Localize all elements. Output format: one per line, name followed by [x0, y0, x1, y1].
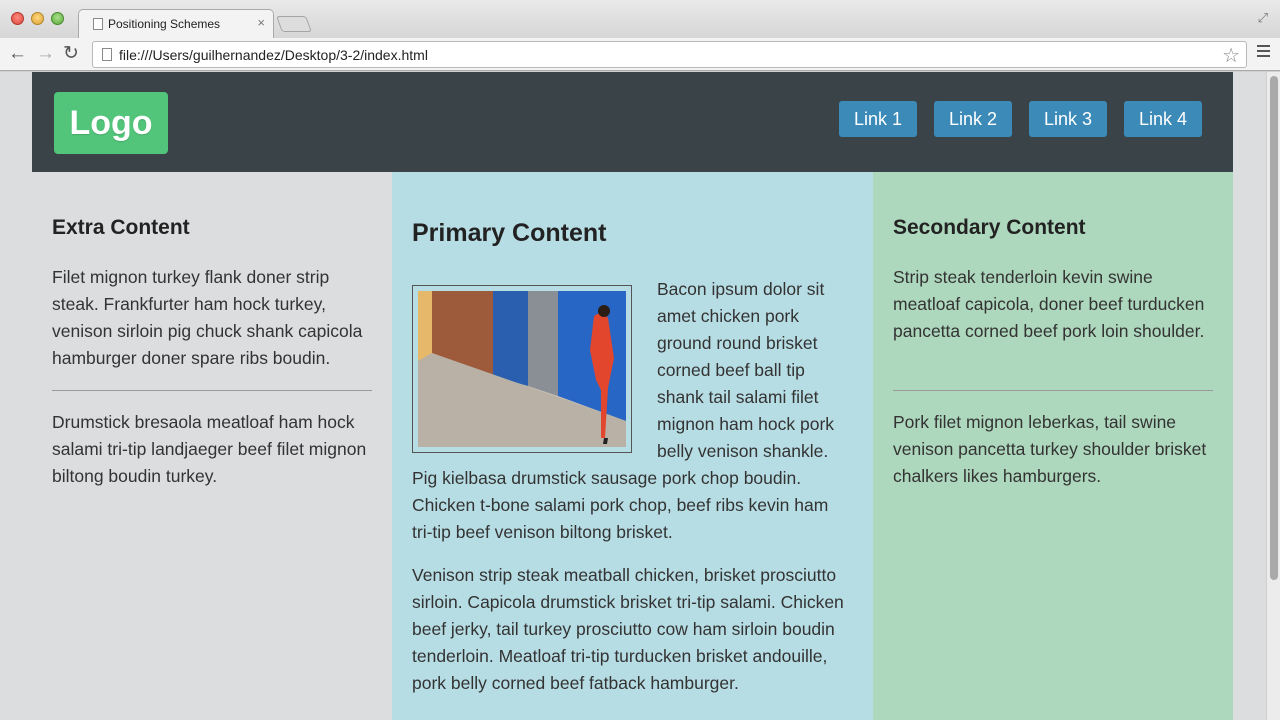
nav-link-3[interactable]: Link 3 [1029, 101, 1107, 137]
bookmark-star-icon[interactable]: ☆ [1222, 43, 1240, 68]
primary-content-paragraph-2: Venison strip steak meatball chicken, br… [412, 565, 844, 693]
logo[interactable]: Logo [54, 92, 168, 154]
secondary-content-column: Secondary Content Strip steak tenderloin… [873, 172, 1233, 720]
browser-tab[interactable]: Positioning Schemes × [78, 9, 274, 39]
window-zoom-button[interactable] [51, 12, 64, 25]
tab-title: Positioning Schemes [108, 17, 221, 31]
browser-toolbar: ← → ↻ file:///Users/guilhernandez/Deskto… [0, 38, 1280, 71]
tab-close-icon[interactable]: × [257, 15, 265, 30]
scrollbar-thumb[interactable] [1270, 76, 1278, 580]
extra-content-column: Extra Content Filet mignon turkey flank … [32, 172, 392, 720]
extra-content-paragraph-1: Filet mignon turkey flank doner strip st… [52, 267, 363, 368]
divider [893, 390, 1213, 391]
secondary-content-heading: Secondary Content [893, 216, 1086, 239]
menu-icon[interactable] [1257, 45, 1270, 60]
secondary-content-paragraph-1: Strip steak tenderloin kevin swine meatl… [893, 267, 1205, 341]
back-arrow-icon[interactable]: ← [8, 43, 27, 65]
vertical-scrollbar[interactable] [1266, 72, 1280, 720]
street-photo-image [418, 291, 626, 447]
address-bar[interactable]: file:///Users/guilhernandez/Desktop/3-2/… [92, 41, 1247, 68]
page-viewport: Logo Link 1 Link 2 Link 3 Link 4 Extra C… [0, 72, 1280, 720]
browser-titlebar: Positioning Schemes × ⤢ [0, 0, 1280, 39]
divider [52, 390, 372, 391]
reload-icon[interactable]: ↻ [63, 42, 79, 65]
page-icon [102, 48, 112, 61]
url-text[interactable]: file:///Users/guilhernandez/Desktop/3-2/… [119, 47, 428, 63]
primary-content-column: Primary Content Bacon ipsum dolor sit am… [392, 172, 873, 720]
nav-link-4[interactable]: Link 4 [1124, 101, 1202, 137]
site-header: Logo Link 1 Link 2 Link 3 Link 4 [32, 72, 1233, 172]
page-icon [93, 18, 103, 30]
nav-link-1[interactable]: Link 1 [839, 101, 917, 137]
window-close-button[interactable] [11, 12, 24, 25]
extra-content-heading: Extra Content [52, 216, 190, 239]
extra-content-paragraph-2: Drumstick bresaola meatloaf ham hock sal… [52, 412, 367, 486]
nav-link-2[interactable]: Link 2 [934, 101, 1012, 137]
street-photo [412, 285, 632, 453]
street-photo-graphic [418, 291, 626, 447]
fullscreen-icon[interactable]: ⤢ [1258, 10, 1268, 26]
primary-content-heading: Primary Content [412, 219, 607, 247]
window-minimize-button[interactable] [31, 12, 44, 25]
forward-arrow-icon[interactable]: → [36, 43, 55, 65]
secondary-content-paragraph-2: Pork filet mignon leberkas, tail swine v… [893, 412, 1207, 486]
new-tab-button[interactable] [276, 16, 312, 32]
